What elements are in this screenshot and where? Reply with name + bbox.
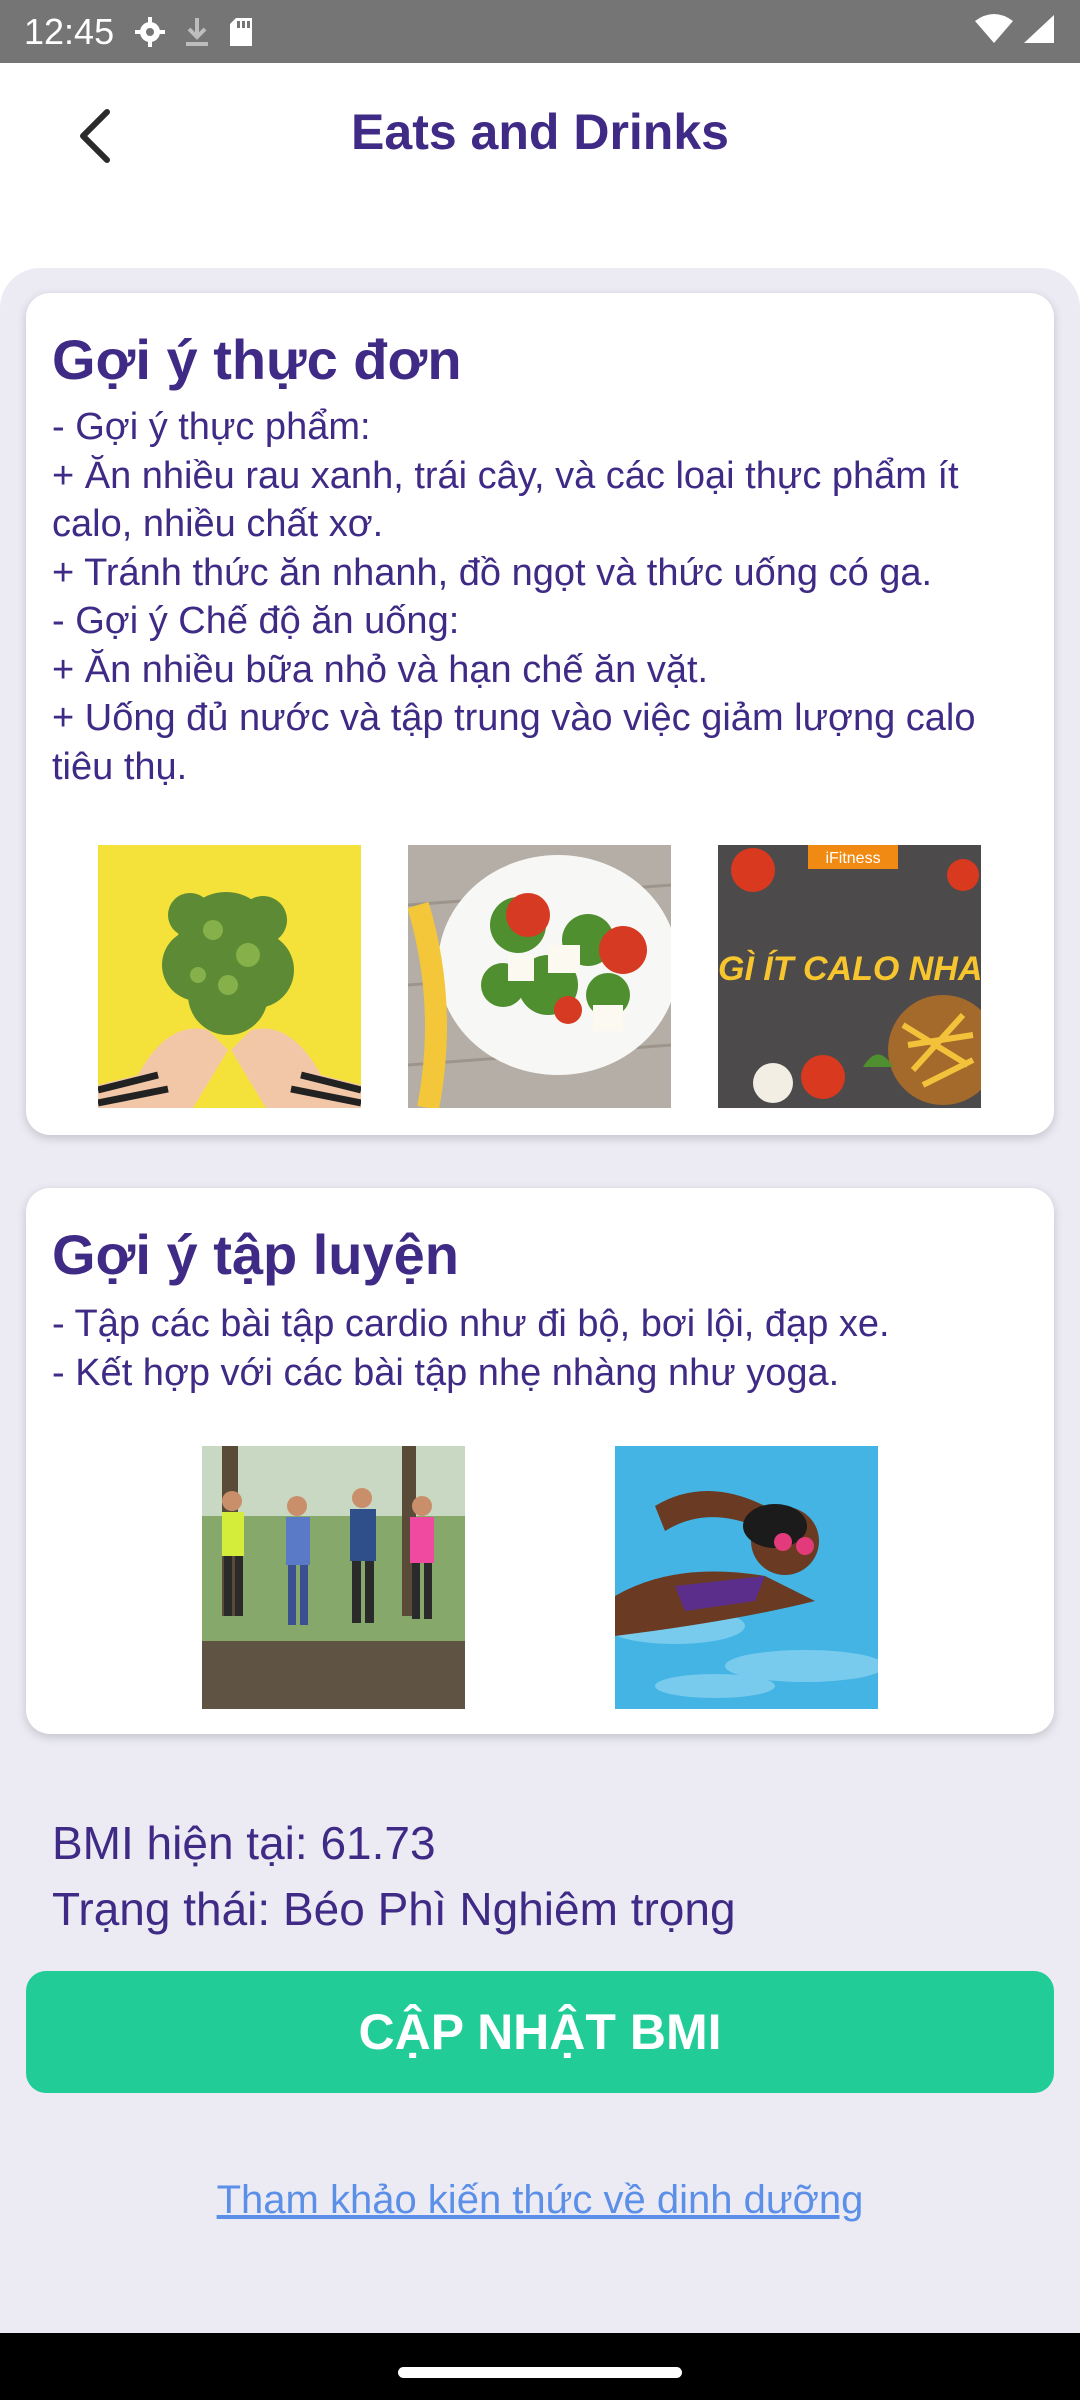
exercise-suggestion-card: Gợi ý tập luyện - Tập các bài tập cardio… bbox=[26, 1188, 1054, 1734]
menu-card-title: Gợi ý thực đơn bbox=[52, 328, 462, 391]
bmi-status: Trạng thái: Béo Phì Nghiêm trọng bbox=[52, 1883, 736, 1935]
bmi-current-value: BMI hiện tại: 61.73 bbox=[52, 1817, 436, 1869]
running-group-image bbox=[202, 1446, 465, 1709]
image-brand-text: iFitness bbox=[825, 850, 880, 867]
kale-image bbox=[98, 845, 361, 1108]
image-caption-text: GÌ ÍT CALO NHA bbox=[718, 950, 981, 988]
home-gesture-handle[interactable] bbox=[398, 2367, 682, 2378]
settings-icon bbox=[134, 16, 166, 48]
sd-card-icon bbox=[228, 16, 254, 48]
status-bar: 12:45 bbox=[0, 0, 1080, 63]
salad-image bbox=[408, 845, 671, 1108]
exercise-card-title: Gợi ý tập luyện bbox=[52, 1223, 460, 1286]
menu-suggestion-card: Gợi ý thực đơn - Gợi ý thực phẩm: + Ăn n… bbox=[26, 293, 1054, 1135]
download-icon bbox=[182, 16, 212, 48]
exercise-card-body: - Tập các bài tập cardio như đi bộ, bơi … bbox=[52, 1303, 890, 1394]
app-bar: Eats and Drinks bbox=[0, 63, 1080, 208]
wifi-icon bbox=[974, 13, 1014, 50]
swimmer-image bbox=[615, 1446, 878, 1709]
content-area: Gợi ý thực đơn - Gợi ý thực phẩm: + Ăn n… bbox=[0, 268, 1080, 2333]
nutrition-reference-link[interactable]: Tham khảo kiến thức về dinh dưỡng bbox=[0, 2178, 1080, 2223]
signal-icon bbox=[1022, 13, 1056, 50]
menu-card-body: - Gợi ý thực phẩm: + Ăn nhiều rau xanh, … bbox=[52, 406, 976, 788]
page-title: Eats and Drinks bbox=[351, 104, 729, 160]
status-time: 12:45 bbox=[24, 10, 115, 52]
low-calorie-food-image: iFitness GÌ ÍT CALO NHA bbox=[718, 845, 981, 1108]
navigation-bar bbox=[0, 2333, 1080, 2400]
update-bmi-button[interactable]: CẬP NHẬT BMI bbox=[26, 1971, 1054, 2093]
